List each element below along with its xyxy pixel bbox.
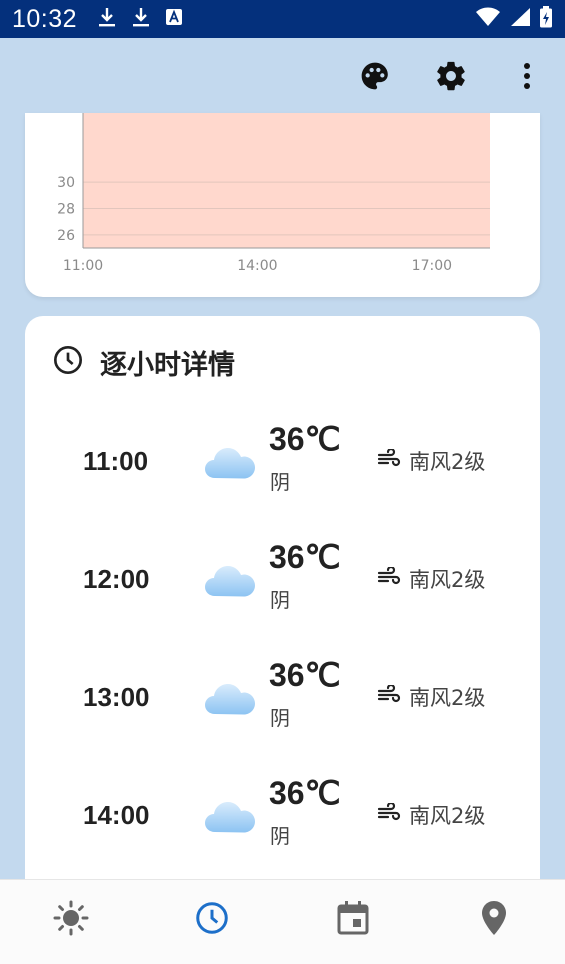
chart-x-tick-label: 11:00	[63, 258, 103, 274]
hour-condition: 阴	[270, 824, 290, 848]
signal-icon	[509, 7, 531, 31]
download-icon	[131, 6, 151, 32]
status-time: 10:32	[12, 4, 78, 33]
hour-wind: 南风2级	[377, 564, 485, 594]
chart-y-tick-label: 26	[57, 228, 75, 244]
location-pin-icon	[480, 900, 508, 940]
hourly-details-title: 逐小时详情	[100, 349, 235, 381]
cloud-icon	[203, 792, 261, 840]
status-bar: 10:32	[0, 0, 565, 38]
more-vert-icon[interactable]	[507, 56, 547, 96]
hour-wind: 南风2级	[377, 682, 485, 712]
chart-y-tick-label: 28	[57, 201, 75, 217]
hourly-row: 12:00 36℃ 阴 南风2级	[25, 534, 540, 624]
hour-time: 14:00	[83, 800, 150, 830]
hourly-details-card: 逐小时详情 11:00 36℃ 阴 南风2级 12:00 36℃ 阴 南风2级	[25, 316, 540, 916]
nav-item-daily[interactable]	[283, 880, 424, 964]
wind-icon	[377, 565, 401, 591]
status-system-icons	[475, 6, 553, 32]
hour-temperature: 36℃	[269, 421, 341, 457]
hour-wind-text: 南风2级	[409, 804, 486, 828]
wind-icon	[377, 447, 401, 473]
hourly-row: 11:00 36℃ 阴 南风2级	[25, 416, 540, 506]
hour-condition: 阴	[270, 470, 290, 494]
hourly-row: 13:00 36℃ 阴 南风2级	[25, 652, 540, 742]
calendar-icon	[336, 900, 370, 940]
nav-item-today[interactable]	[0, 880, 141, 964]
cloud-icon	[203, 438, 261, 486]
cloud-icon	[203, 674, 261, 722]
download-icon	[97, 6, 117, 32]
hour-temperature: 36℃	[269, 539, 341, 575]
wind-icon	[377, 683, 401, 709]
clock-icon	[52, 344, 84, 380]
chart-x-tick-label: 14:00	[237, 258, 277, 274]
app-toolbar	[0, 38, 565, 113]
nav-item-hourly[interactable]	[141, 880, 282, 964]
battery-icon	[539, 6, 553, 32]
hour-wind-text: 南风2级	[409, 568, 486, 592]
hour-time: 11:00	[83, 446, 149, 476]
status-notification-icons	[97, 6, 183, 32]
hour-time: 13:00	[83, 682, 150, 712]
hour-wind: 南风2级	[377, 800, 485, 830]
clock-icon	[194, 900, 230, 940]
temperature-chart-card: 26 28 30 11:00 14:00 17:00	[25, 113, 540, 297]
bottom-navigation	[0, 879, 565, 964]
nav-item-location[interactable]	[424, 880, 565, 964]
text-a-icon	[165, 8, 183, 30]
hour-condition: 阴	[270, 588, 290, 612]
temperature-chart: 26 28 30 11:00 14:00 17:00	[57, 113, 490, 274]
wind-icon	[377, 801, 401, 827]
hour-wind-text: 南风2级	[409, 686, 486, 710]
chart-y-tick-label: 30	[57, 175, 75, 191]
hour-wind-text: 南风2级	[409, 450, 486, 474]
hour-condition: 阴	[270, 706, 290, 730]
hour-time: 12:00	[83, 564, 150, 594]
hourly-details-header: 逐小时详情	[52, 344, 235, 381]
chart-x-tick-label: 17:00	[412, 258, 452, 274]
hour-temperature: 36℃	[269, 775, 341, 811]
gear-icon[interactable]	[431, 56, 471, 96]
sun-icon	[53, 900, 89, 940]
wifi-icon	[475, 7, 501, 31]
chart-area	[83, 113, 490, 248]
palette-icon[interactable]	[355, 56, 395, 96]
hourly-row: 14:00 36℃ 阴 南风2级	[25, 770, 540, 860]
hour-wind: 南风2级	[377, 446, 485, 476]
cloud-icon	[203, 556, 261, 604]
hour-temperature: 36℃	[269, 657, 341, 693]
